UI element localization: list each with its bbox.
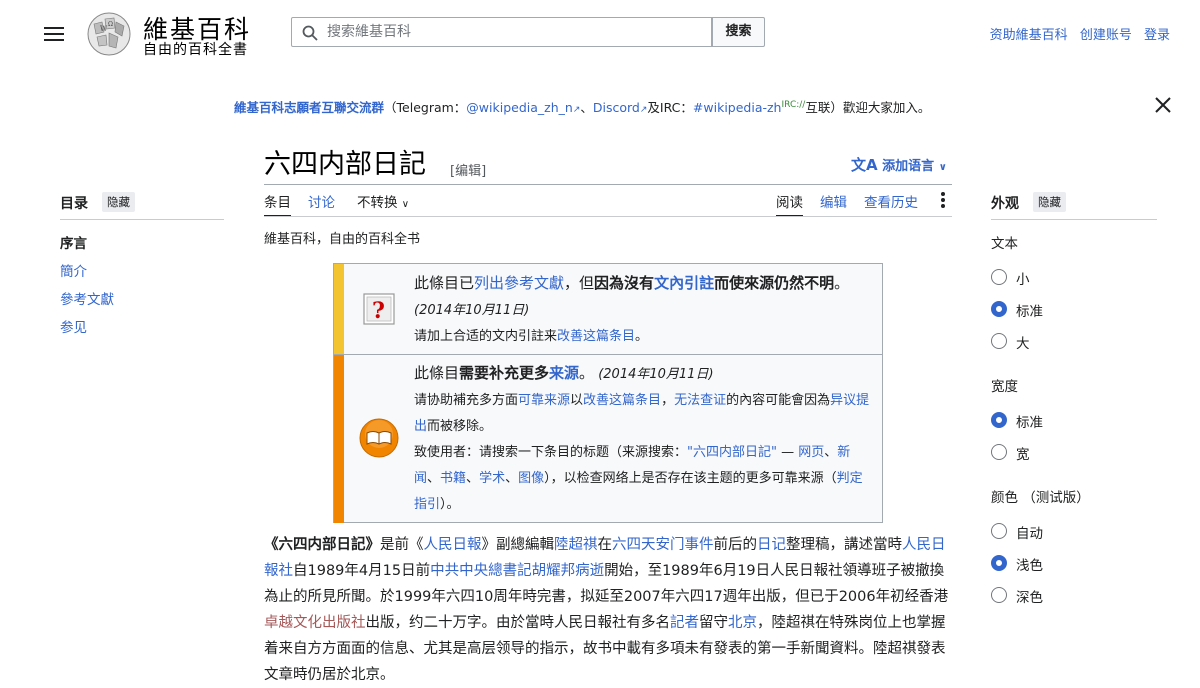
title-edit-link[interactable]: [编辑] xyxy=(450,160,486,179)
body-link[interactable]: 六四天安门事件 xyxy=(612,537,714,553)
site-notice: 維基百科志願者互聯交流群（Telegram：@wikipedia_zh_n↗、D… xyxy=(234,99,931,115)
body-link[interactable]: 人民日報 xyxy=(424,537,482,553)
site-subtitle: 維基百科，自由的百科全书 xyxy=(264,232,421,247)
tabs-divider xyxy=(264,216,952,217)
tab-read[interactable]: 阅读 xyxy=(776,191,803,217)
improve-article-link[interactable]: 改善这篇条目 xyxy=(583,393,661,408)
svg-text:W: W xyxy=(100,25,108,33)
body-link[interactable]: 陸超祺 xyxy=(554,537,598,553)
toc-title: 目录 xyxy=(60,196,88,212)
chevron-down-icon: ∨ xyxy=(401,199,410,210)
variant-dropdown[interactable]: 不转换 ∨ xyxy=(357,191,409,211)
title-divider xyxy=(264,184,952,185)
tab-article[interactable]: 条目 xyxy=(264,191,291,217)
translate-icon: 文A xyxy=(851,156,878,174)
wikipedia-tagline: 自由的百科全書 xyxy=(143,42,248,58)
body-link[interactable]: 中共中央總書記 xyxy=(430,563,532,579)
listed-references-link[interactable]: 列出參考文獻 xyxy=(474,274,564,292)
width-label: 宽度 xyxy=(991,379,1018,395)
body-link[interactable]: 北京 xyxy=(728,615,757,631)
verifiability-link[interactable]: 无法查证 xyxy=(674,393,726,408)
notice-group-link[interactable]: 維基百科志願者互聯交流群 xyxy=(234,100,384,115)
tab-talk[interactable]: 讨论 xyxy=(308,191,335,211)
wikipedia-globe-logo[interactable]: W Ω xyxy=(84,10,134,56)
reliable-sources-link[interactable]: 可靠来源 xyxy=(518,393,570,408)
color-label: 颜色 （测试版） xyxy=(991,490,1090,506)
hamburger-icon xyxy=(44,27,64,29)
donate-link[interactable]: 资助維基百科 xyxy=(990,28,1068,43)
svg-text:?: ? xyxy=(372,298,385,324)
toc-item-references[interactable]: 參考文獻 xyxy=(60,288,114,308)
page-title: 六四内部日記 xyxy=(264,149,426,180)
search-title-link[interactable]: "六四内部日記" xyxy=(687,445,777,460)
toc-item-lead[interactable]: 序言 xyxy=(60,232,87,252)
tab-edit[interactable]: 编辑 xyxy=(820,191,847,211)
toc-divider xyxy=(60,219,224,220)
telegram-link[interactable]: @wikipedia_zh_n xyxy=(466,100,573,115)
login-link[interactable]: 登录 xyxy=(1144,28,1170,43)
body-link[interactable]: 記者 xyxy=(670,615,699,631)
more-actions-icon[interactable] xyxy=(941,192,945,210)
search-books-link[interactable]: 书籍 xyxy=(440,471,466,486)
text-size-label: 文本 xyxy=(991,236,1018,252)
books-icon xyxy=(359,418,399,458)
irc-link[interactable]: #wikipedia-zh xyxy=(693,100,782,115)
inline-citation-link[interactable]: 文內引註 xyxy=(654,274,714,292)
search-input[interactable] xyxy=(325,23,699,41)
create-account-link[interactable]: 创建账号 xyxy=(1080,28,1132,43)
sources-link[interactable]: 来源 xyxy=(549,364,579,382)
appearance-title: 外观 xyxy=(991,196,1019,212)
appearance-divider xyxy=(991,219,1157,220)
toc-item-see-also[interactable]: 参见 xyxy=(60,316,87,336)
search-icon xyxy=(302,25,318,41)
refimprove-notice: ? 此條目已列出參考文獻，但因為沒有文內引註而使來源仍然不明。 (2014年10… xyxy=(334,264,882,354)
discord-link[interactable]: Discord xyxy=(593,100,640,115)
svg-text:Ω: Ω xyxy=(108,21,113,28)
user-links: 资助維基百科 创建账号 登录 xyxy=(982,24,1170,43)
appearance-hide-button[interactable]: 隐藏 xyxy=(1033,192,1066,212)
search-box xyxy=(291,17,712,47)
lead-paragraph: 《六四内部日記》是前《人民日報》副總編輯陸超祺在六四天安门事件前后的日记整理稿，… xyxy=(264,537,949,683)
body-redlink[interactable]: 卓越文化出版社 xyxy=(264,615,366,631)
search-scholar-link[interactable]: 学术 xyxy=(479,471,505,486)
tab-history[interactable]: 查看历史 xyxy=(864,191,918,211)
add-languages-button[interactable]: 文A 添加语言 ∨ xyxy=(851,154,947,175)
toc-item-intro[interactable]: 簡介 xyxy=(60,260,87,280)
search-web-link[interactable]: 网页 xyxy=(798,445,824,460)
maintenance-notice-box: ? 此條目已列出參考文獻，但因為沒有文內引註而使來源仍然不明。 (2014年10… xyxy=(333,263,883,523)
improve-article-link[interactable]: 改善这篇条目 xyxy=(557,329,635,344)
close-icon[interactable] xyxy=(1154,96,1172,114)
body-link[interactable]: 胡耀邦病逝 xyxy=(532,563,605,579)
main-menu-button[interactable] xyxy=(44,24,64,42)
question-book-icon: ? xyxy=(363,293,395,325)
chevron-down-icon: ∨ xyxy=(938,162,947,173)
more-sources-notice: 此條目需要补充更多来源。 (2014年10月11日) 请协助補充多方面可靠来源以… xyxy=(334,355,882,523)
body-link[interactable]: 日记 xyxy=(757,537,786,553)
toc-hide-button[interactable]: 隐藏 xyxy=(102,192,135,212)
search-images-link[interactable]: 图像 xyxy=(518,471,544,486)
search-button[interactable]: 搜索 xyxy=(712,17,765,47)
